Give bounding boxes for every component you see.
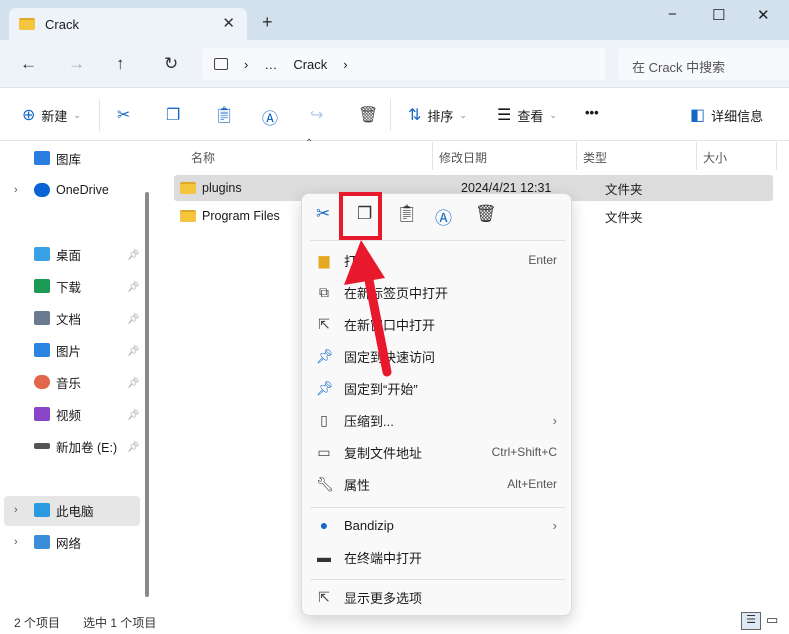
- annotation-arrow: [344, 240, 392, 377]
